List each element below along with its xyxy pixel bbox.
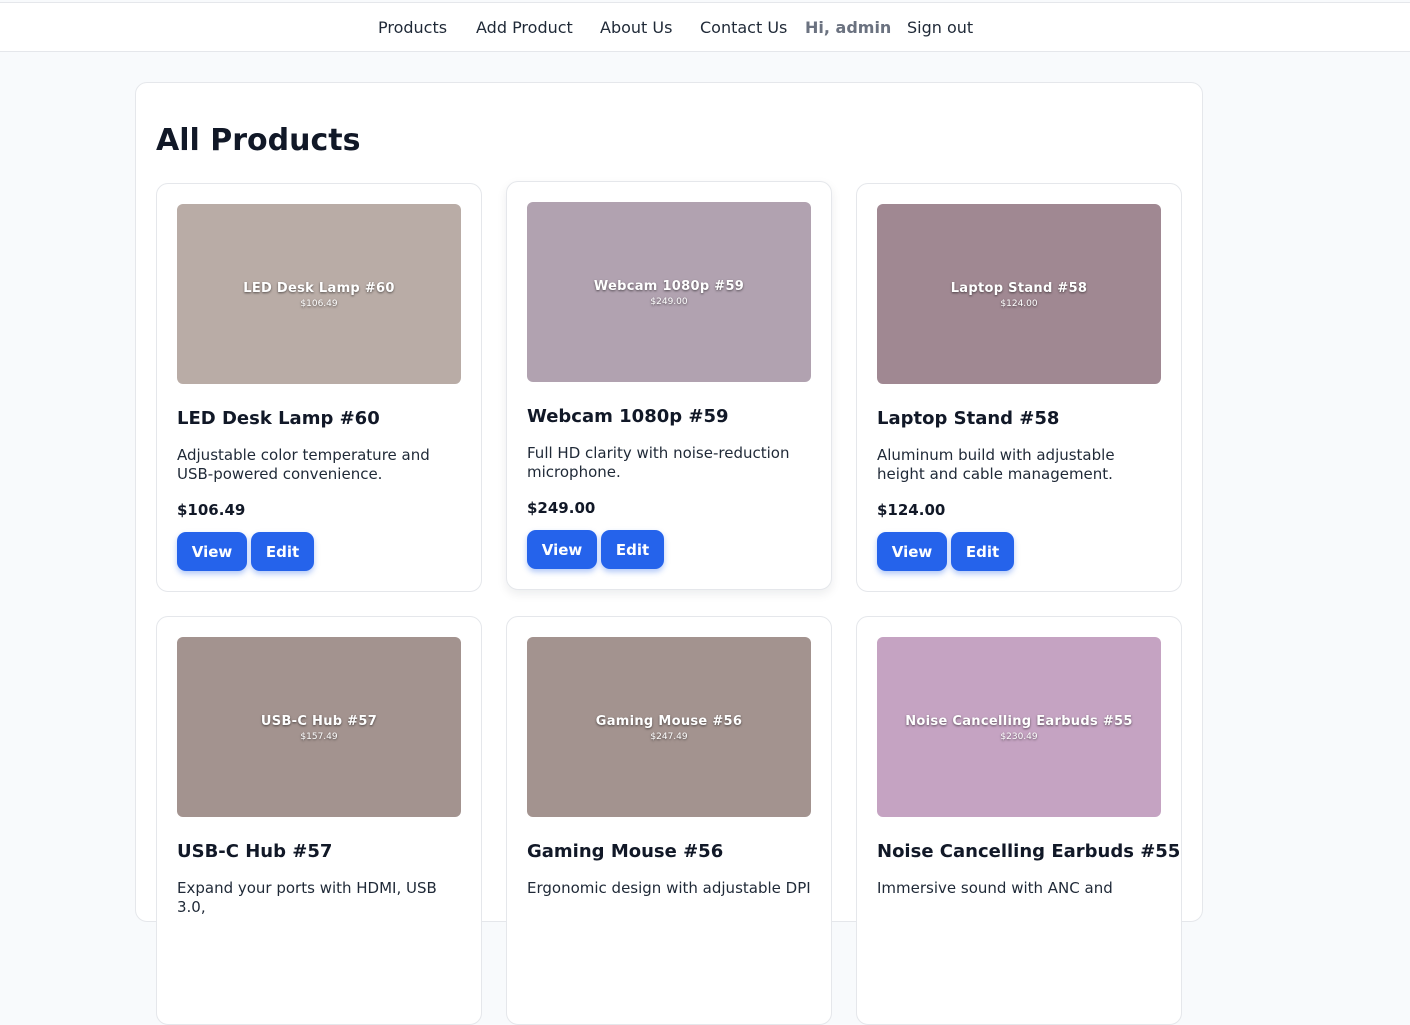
product-image-title: Gaming Mouse #56: [595, 714, 743, 729]
product-image[interactable]: Webcam 1080p #59 $249.00: [527, 202, 811, 382]
nav-about-us-link[interactable]: About Us: [600, 18, 672, 37]
product-image-title: Webcam 1080p #59: [593, 279, 745, 294]
product-name: Webcam 1080p #59: [527, 406, 729, 427]
sign-out-link[interactable]: Sign out: [907, 18, 973, 37]
product-image-price: $230.49: [1000, 732, 1038, 742]
product-image[interactable]: Laptop Stand #58 $124.00: [877, 204, 1161, 384]
product-price: $124.00: [877, 501, 946, 519]
top-nav: Products Add Product About Us Contact Us…: [0, 2, 1410, 52]
view-button[interactable]: View: [527, 530, 597, 569]
product-card: Noise Cancelling Earbuds #55 $230.49 Noi…: [856, 616, 1182, 1025]
edit-button[interactable]: Edit: [601, 530, 664, 569]
product-description: Aluminum build with adjustable height an…: [877, 446, 1115, 483]
view-button[interactable]: View: [877, 532, 947, 571]
page-title: All Products: [156, 123, 361, 158]
product-image-title: Laptop Stand #58: [950, 281, 1088, 296]
product-name: Noise Cancelling Earbuds #55: [877, 841, 1181, 862]
product-image-price: $249.00: [650, 297, 688, 307]
product-image-price: $124.00: [1000, 299, 1038, 309]
product-description: Immersive sound with ANC and: [877, 879, 1113, 897]
product-description: Full HD clarity with noise-reduction mic…: [527, 444, 790, 481]
product-image-title: Noise Cancelling Earbuds #55: [905, 714, 1133, 729]
product-image-price: $157.49: [300, 732, 338, 742]
product-image[interactable]: USB-C Hub #57 $157.49: [177, 637, 461, 817]
product-card: Gaming Mouse #56 $247.49 Gaming Mouse #5…: [506, 616, 832, 1025]
product-name: USB-C Hub #57: [177, 841, 333, 862]
product-price: $249.00: [527, 499, 596, 517]
product-card: Webcam 1080p #59 $249.00 Webcam 1080p #5…: [506, 181, 832, 590]
product-description: Adjustable color temperature and USB-pow…: [177, 446, 430, 483]
product-description: Ergonomic design with adjustable DPI: [527, 879, 811, 897]
product-card: USB-C Hub #57 $157.49 USB-C Hub #57 Expa…: [156, 616, 482, 1025]
product-name: LED Desk Lamp #60: [177, 408, 380, 429]
edit-button[interactable]: Edit: [251, 532, 314, 571]
nav-contact-us-link[interactable]: Contact Us: [700, 18, 787, 37]
nav-add-product-link[interactable]: Add Product: [476, 18, 573, 37]
view-button[interactable]: View: [177, 532, 247, 571]
product-card: LED Desk Lamp #60 $106.49 LED Desk Lamp …: [156, 183, 482, 592]
product-image-title: LED Desk Lamp #60: [243, 281, 395, 296]
product-image-price: $247.49: [650, 732, 688, 742]
product-description: Expand your ports with HDMI, USB 3.0,: [177, 879, 437, 916]
products-panel: All Products LED Desk Lamp #60 $106.49 L…: [135, 82, 1203, 1025]
product-price: $106.49: [177, 501, 246, 519]
product-name: Gaming Mouse #56: [527, 841, 724, 862]
product-image[interactable]: Noise Cancelling Earbuds #55 $230.49: [877, 637, 1161, 817]
product-image-title: USB-C Hub #57: [260, 714, 378, 729]
product-image-price: $106.49: [300, 299, 338, 309]
user-greeting: Hi, admin: [805, 18, 892, 37]
product-image[interactable]: LED Desk Lamp #60 $106.49: [177, 204, 461, 384]
edit-button[interactable]: Edit: [951, 532, 1014, 571]
product-name: Laptop Stand #58: [877, 408, 1060, 429]
nav-products-link[interactable]: Products: [378, 18, 447, 37]
product-image[interactable]: Gaming Mouse #56 $247.49: [527, 637, 811, 817]
product-card: Laptop Stand #58 $124.00 Laptop Stand #5…: [856, 183, 1182, 592]
